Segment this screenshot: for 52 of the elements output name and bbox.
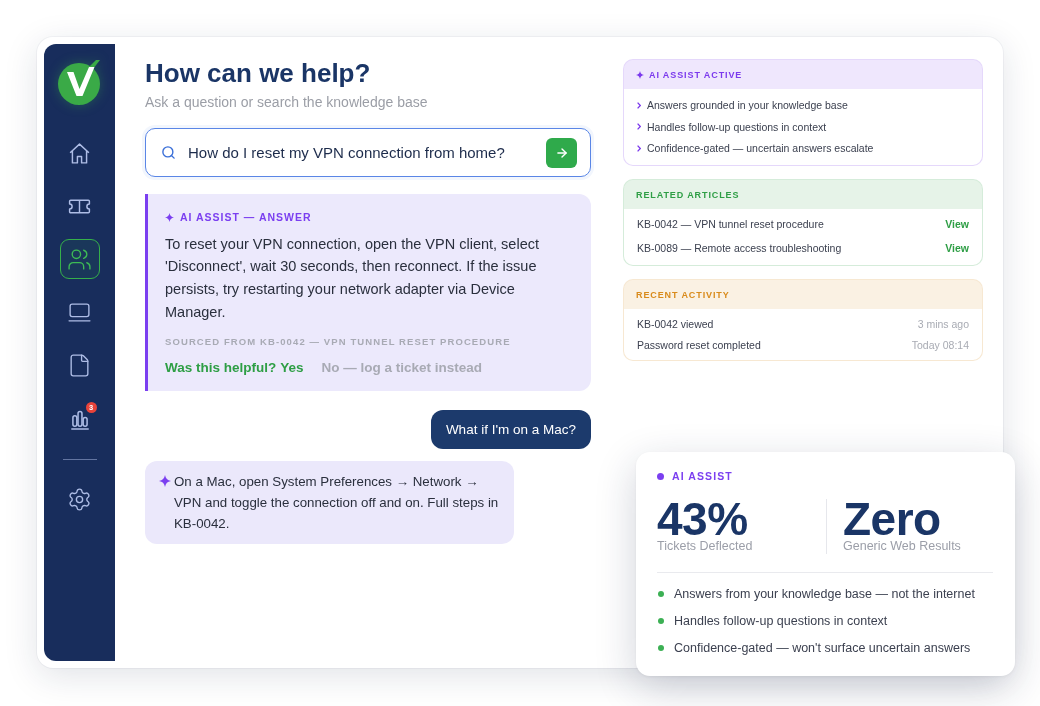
- message-text: On a Mac, open System Preferences → Network → VPN and toggle the connection off and on. Full steps in KB-0042.: [174, 472, 500, 533]
- view-link[interactable]: View: [945, 240, 969, 256]
- settings-icon: [67, 486, 92, 512]
- stat-value: Zero: [843, 499, 941, 539]
- bullet-text: Handles follow-up questions in context: [674, 613, 888, 629]
- feature-text: Handles follow-up questions in context: [647, 119, 827, 135]
- sparkle-icon: [165, 212, 174, 222]
- activity-time: Today 08:14: [911, 338, 969, 353]
- source-text: SOURCED FROM KB-0042 — VPN TUNNEL RESET PROCEDURE: [165, 334, 512, 349]
- answer-label: AI ASSIST — ANSWER: [180, 210, 312, 224]
- card-title: RELATED ARTICLES: [636, 188, 740, 201]
- chevron-icon: [637, 101, 641, 109]
- arrow-right-icon: [554, 145, 569, 160]
- stat-caption: Tickets Deflected: [657, 539, 754, 554]
- answer-text: To reset your VPN connection, open the VPN client, select 'Disconnect', wait 30 seconds, then reconnect. If the issue persists, try restarting your network adapter via Device Manager.: [165, 234, 540, 322]
- stat-caption: Generic Web Results: [843, 539, 961, 554]
- nav-button[interactable]: [59, 239, 100, 279]
- bullet-text: Answers from your knowledge base — not the internet: [674, 586, 975, 602]
- bullet-icon: [658, 591, 664, 597]
- search-icon: [161, 145, 176, 160]
- article-title: KB-0042 — VPN tunnel reset procedure: [637, 217, 824, 232]
- home-icon: [67, 140, 92, 166]
- log-ticket-link[interactable]: No — log a ticket instead: [321, 358, 483, 377]
- feedback-prompt: Was this helpful?: [165, 358, 277, 377]
- users-icon: [67, 246, 92, 272]
- card-label: AI ASSIST: [672, 469, 733, 483]
- page-subtitle: Ask a question or search the knowledge base: [145, 93, 429, 111]
- submit-button[interactable]: [546, 137, 577, 168]
- view-link[interactable]: View: [945, 216, 969, 232]
- bullet-icon: [658, 618, 664, 624]
- article-title: KB-0089 — Remote access troubleshooting: [637, 241, 842, 256]
- bullet-icon: [658, 645, 664, 651]
- stat-value: 43%: [657, 499, 748, 539]
- page-title: How can we help?: [145, 57, 372, 89]
- search-field[interactable]: How do I reset my VPN connection from home?: [145, 128, 591, 177]
- feature-text: Answers grounded in your knowledge base: [647, 98, 848, 113]
- yes-link[interactable]: Yes: [280, 358, 304, 377]
- bullet-text: Confidence-gated — won't surface uncertain answers: [674, 640, 971, 656]
- activity-time: 3 mins ago: [917, 317, 969, 332]
- card-title: AI ASSIST ACTIVE: [649, 68, 743, 81]
- card-title: RECENT ACTIVITY: [636, 288, 730, 301]
- chevron-icon: [637, 144, 641, 152]
- sparkle-icon: [159, 475, 171, 488]
- activity-text: Password reset completed: [637, 338, 761, 353]
- feature-text: Confidence-gated — uncertain answers escalate: [647, 141, 874, 156]
- sparkle-icon: [636, 70, 644, 79]
- logo-icon: [56, 60, 103, 106]
- file-icon: [67, 352, 92, 378]
- user-message: What if I'm on a Mac?: [430, 409, 591, 449]
- activity-text: KB-0042 viewed: [637, 317, 714, 332]
- dot-icon: [657, 472, 664, 480]
- chevron-icon: [637, 123, 641, 130]
